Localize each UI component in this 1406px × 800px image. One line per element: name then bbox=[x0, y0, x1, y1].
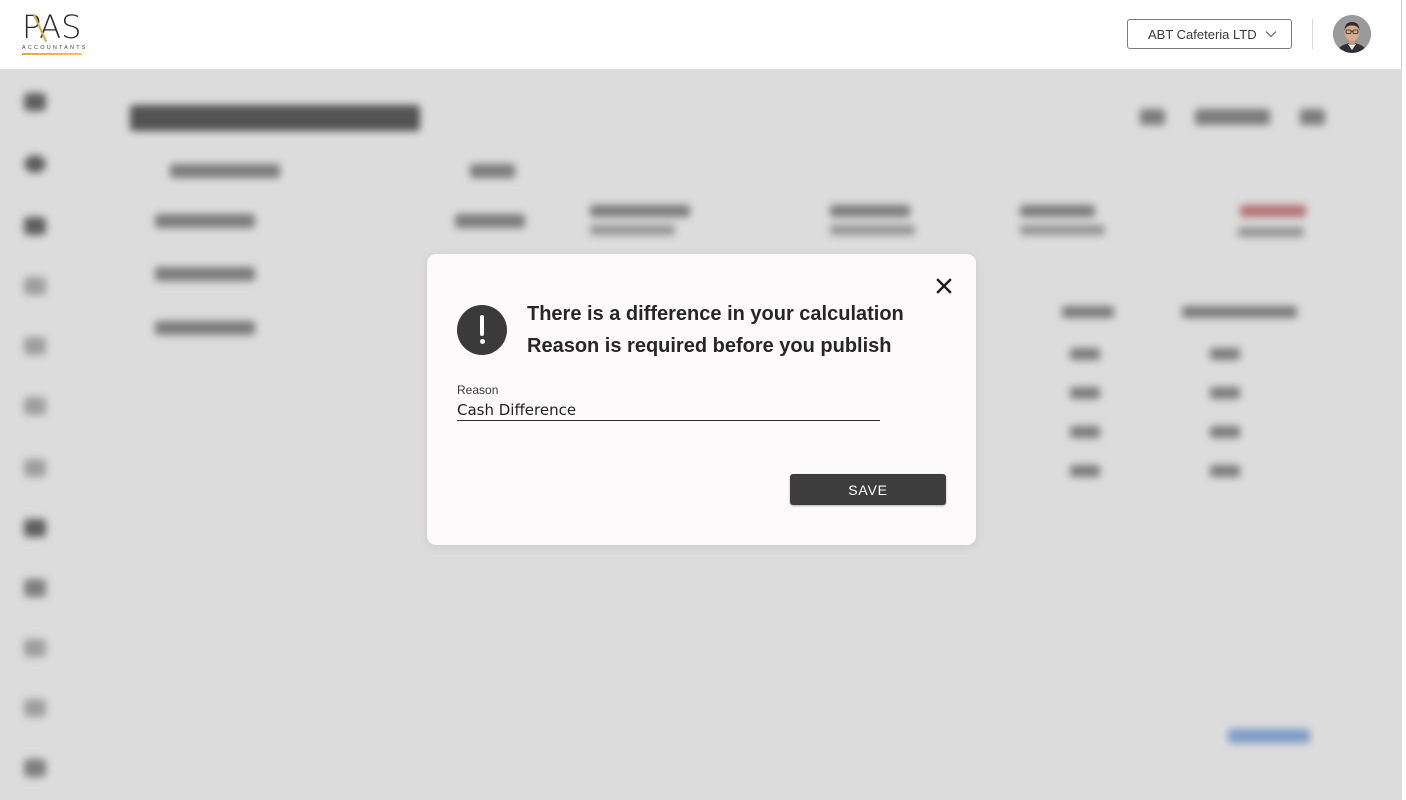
header-divider bbox=[1312, 19, 1313, 49]
reason-input[interactable] bbox=[457, 399, 880, 421]
dialog-message-line2: Reason is required before you publish bbox=[527, 335, 892, 357]
top-header: PAS ACCOUNTANTS ABT Cafeteria LTD bbox=[0, 0, 1402, 69]
avatar-image bbox=[1333, 15, 1371, 53]
logo-underline bbox=[22, 53, 82, 55]
exclamation-circle-icon bbox=[457, 305, 507, 355]
reason-dialog: There is a difference in your calculatio… bbox=[427, 254, 976, 545]
company-select-value: ABT Cafeteria LTD bbox=[1148, 26, 1257, 42]
close-icon[interactable] bbox=[933, 275, 955, 297]
page-edge bbox=[1402, 0, 1406, 800]
save-button[interactable]: SAVE bbox=[790, 474, 946, 505]
dialog-message-line1: There is a difference in your calculatio… bbox=[527, 303, 904, 325]
chevron-down-icon bbox=[1265, 31, 1277, 38]
company-select[interactable]: ABT Cafeteria LTD bbox=[1127, 19, 1292, 49]
reason-label: Reason bbox=[457, 383, 499, 397]
dialog-message: There is a difference in your calculatio… bbox=[527, 298, 927, 362]
user-avatar[interactable] bbox=[1333, 15, 1371, 53]
logo-mark: PAS bbox=[22, 8, 82, 46]
company-logo[interactable]: PAS ACCOUNTANTS bbox=[22, 8, 85, 59]
